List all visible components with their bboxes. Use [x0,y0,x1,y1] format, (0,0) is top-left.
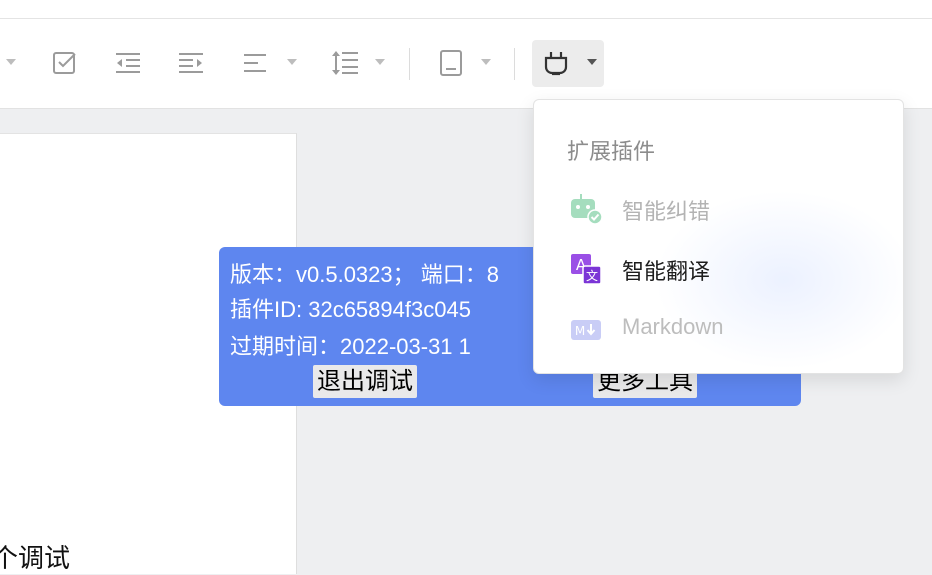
plugin-icon [544,52,568,76]
robot-check-icon [571,194,603,225]
chevron-down-icon[interactable] [481,59,491,65]
line-height-button[interactable] [329,39,361,87]
chevron-down-icon[interactable] [375,59,385,65]
menu-item-smart-correction[interactable]: 智能纠错 [534,178,903,238]
task-checkbox-icon [53,52,76,74]
menu-item-label: 智能翻译 [622,260,711,285]
align-icon [244,54,266,72]
plugin-dropdown-menu: 扩展插件 智能纠错 A 文 智能翻译 M Markdown [533,99,904,374]
menu-item-label: Markdown [622,314,724,339]
exit-debug-button[interactable]: 退出调试 [313,365,417,398]
indent-icon [179,53,203,73]
menu-item-label: 智能纠错 [622,200,711,225]
align-button[interactable] [240,39,270,87]
top-bar [0,0,932,19]
page-layout-button[interactable] [436,39,466,87]
menu-title: 扩展插件 [567,140,656,165]
translate-icon: A 文 [571,254,602,285]
svg-text:M: M [575,324,585,338]
toolbar-divider [514,48,515,80]
plugin-id-text: 插件ID: 32c65894f3c045 [230,297,471,322]
svg-text:文: 文 [586,268,598,283]
expire-time-text: 过期时间：2022-03-31 1 [230,334,471,359]
plugin-button[interactable] [532,40,604,87]
page-layout-icon [440,50,462,76]
chevron-down-icon[interactable] [6,59,16,65]
menu-item-smart-translate[interactable]: A 文 智能翻译 [534,238,903,298]
task-checkbox-button[interactable] [50,39,80,87]
document-text: 个调试 [0,544,71,574]
outdent-button[interactable] [113,39,143,87]
version-port-text: 版本：v0.5.0323； 端口：8 [230,262,499,287]
toolbar [0,19,932,109]
chevron-down-icon[interactable] [587,59,597,65]
outdent-icon [116,53,140,73]
indent-button[interactable] [176,39,206,87]
toolbar-divider [409,48,410,80]
markdown-icon: M [571,320,601,340]
menu-item-markdown[interactable]: M Markdown [534,298,903,358]
chevron-down-icon[interactable] [287,59,297,65]
line-height-icon [332,51,358,75]
